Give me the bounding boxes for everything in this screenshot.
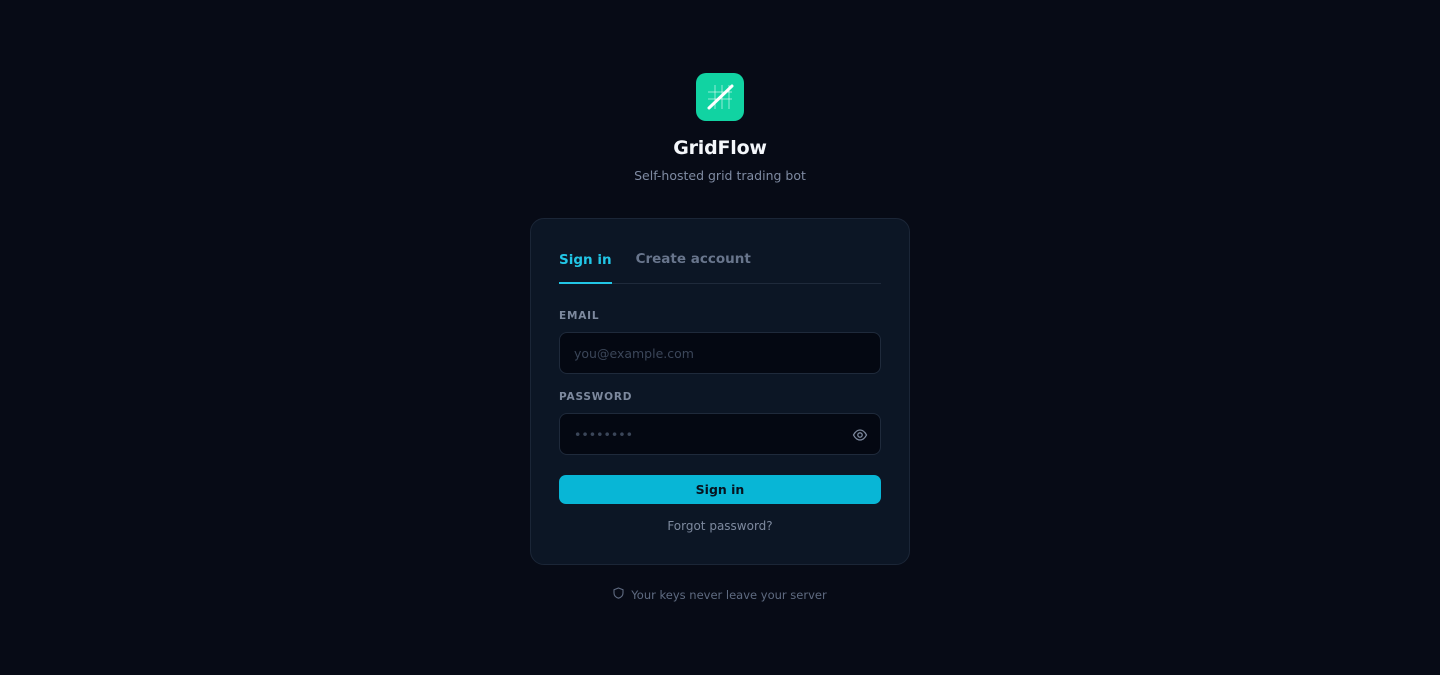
app-name: GridFlow (673, 137, 767, 159)
password-field-wrapper (559, 413, 881, 455)
email-field[interactable] (560, 333, 880, 373)
email-label: EMAIL (559, 310, 600, 322)
password-field[interactable] (560, 414, 880, 454)
eye-icon[interactable] (852, 427, 868, 443)
email-field-wrapper (559, 332, 881, 374)
security-note: Your keys never leave your server (0, 587, 1440, 602)
login-page: GridFlow Self-hosted grid trading bot Si… (0, 0, 1440, 675)
security-note-text: Your keys never leave your server (631, 587, 827, 602)
tab-sign-in[interactable]: Sign in (559, 252, 612, 284)
grid-chart-icon (696, 73, 744, 121)
shield-icon (613, 587, 624, 602)
tab-create-account[interactable]: Create account (636, 251, 751, 283)
password-label: PASSWORD (559, 391, 633, 403)
auth-card: Sign in Create account EMAIL PASSWORD Si… (530, 218, 910, 565)
sign-in-button[interactable]: Sign in (559, 475, 881, 504)
forgot-password-link[interactable]: Forgot password? (559, 519, 881, 533)
brand-header: GridFlow Self-hosted grid trading bot (0, 73, 1440, 183)
auth-tabs: Sign in Create account (559, 219, 881, 284)
app-tagline: Self-hosted grid trading bot (634, 168, 806, 183)
